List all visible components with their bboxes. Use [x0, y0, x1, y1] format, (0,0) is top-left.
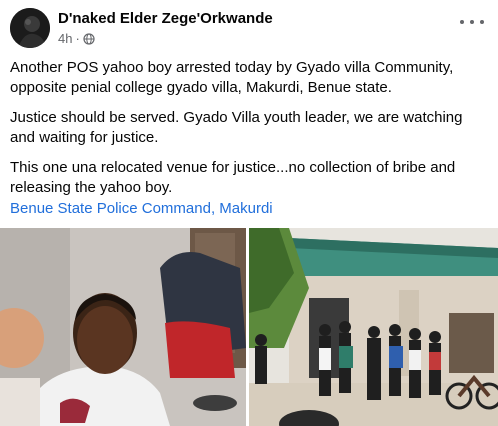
post-header: D'naked Elder Zege'Orkwande 4h · — [0, 0, 498, 56]
post-time[interactable]: 4h — [58, 31, 72, 46]
avatar-image — [10, 8, 50, 48]
dot-icon — [470, 20, 474, 24]
young-man-photo — [0, 228, 246, 426]
post-paragraph: Justice should be served. Gyado Villa yo… — [10, 109, 463, 146]
more-options-button[interactable] — [460, 14, 484, 30]
photo-right[interactable] — [249, 228, 498, 426]
globe-icon[interactable] — [83, 32, 95, 45]
photo-grid — [0, 228, 498, 426]
dot-icon — [480, 20, 484, 24]
post-meta: 4h · — [58, 31, 95, 46]
author-name[interactable]: D'naked Elder Zege'Orkwande — [58, 10, 273, 27]
crowd-photo — [249, 228, 498, 426]
tagged-page-link[interactable]: Benue State Police Command, Makurdi — [10, 200, 273, 217]
post-paragraph: Another POS yahoo boy arrested today by … — [10, 59, 454, 96]
meta-separator: · — [75, 31, 80, 46]
avatar[interactable] — [10, 8, 50, 48]
post-paragraph: This one una relocated venue for justice… — [10, 159, 456, 196]
post-body: Another POS yahoo boy arrested today by … — [10, 58, 488, 208]
photo-left[interactable] — [0, 228, 246, 426]
dot-icon — [460, 20, 464, 24]
